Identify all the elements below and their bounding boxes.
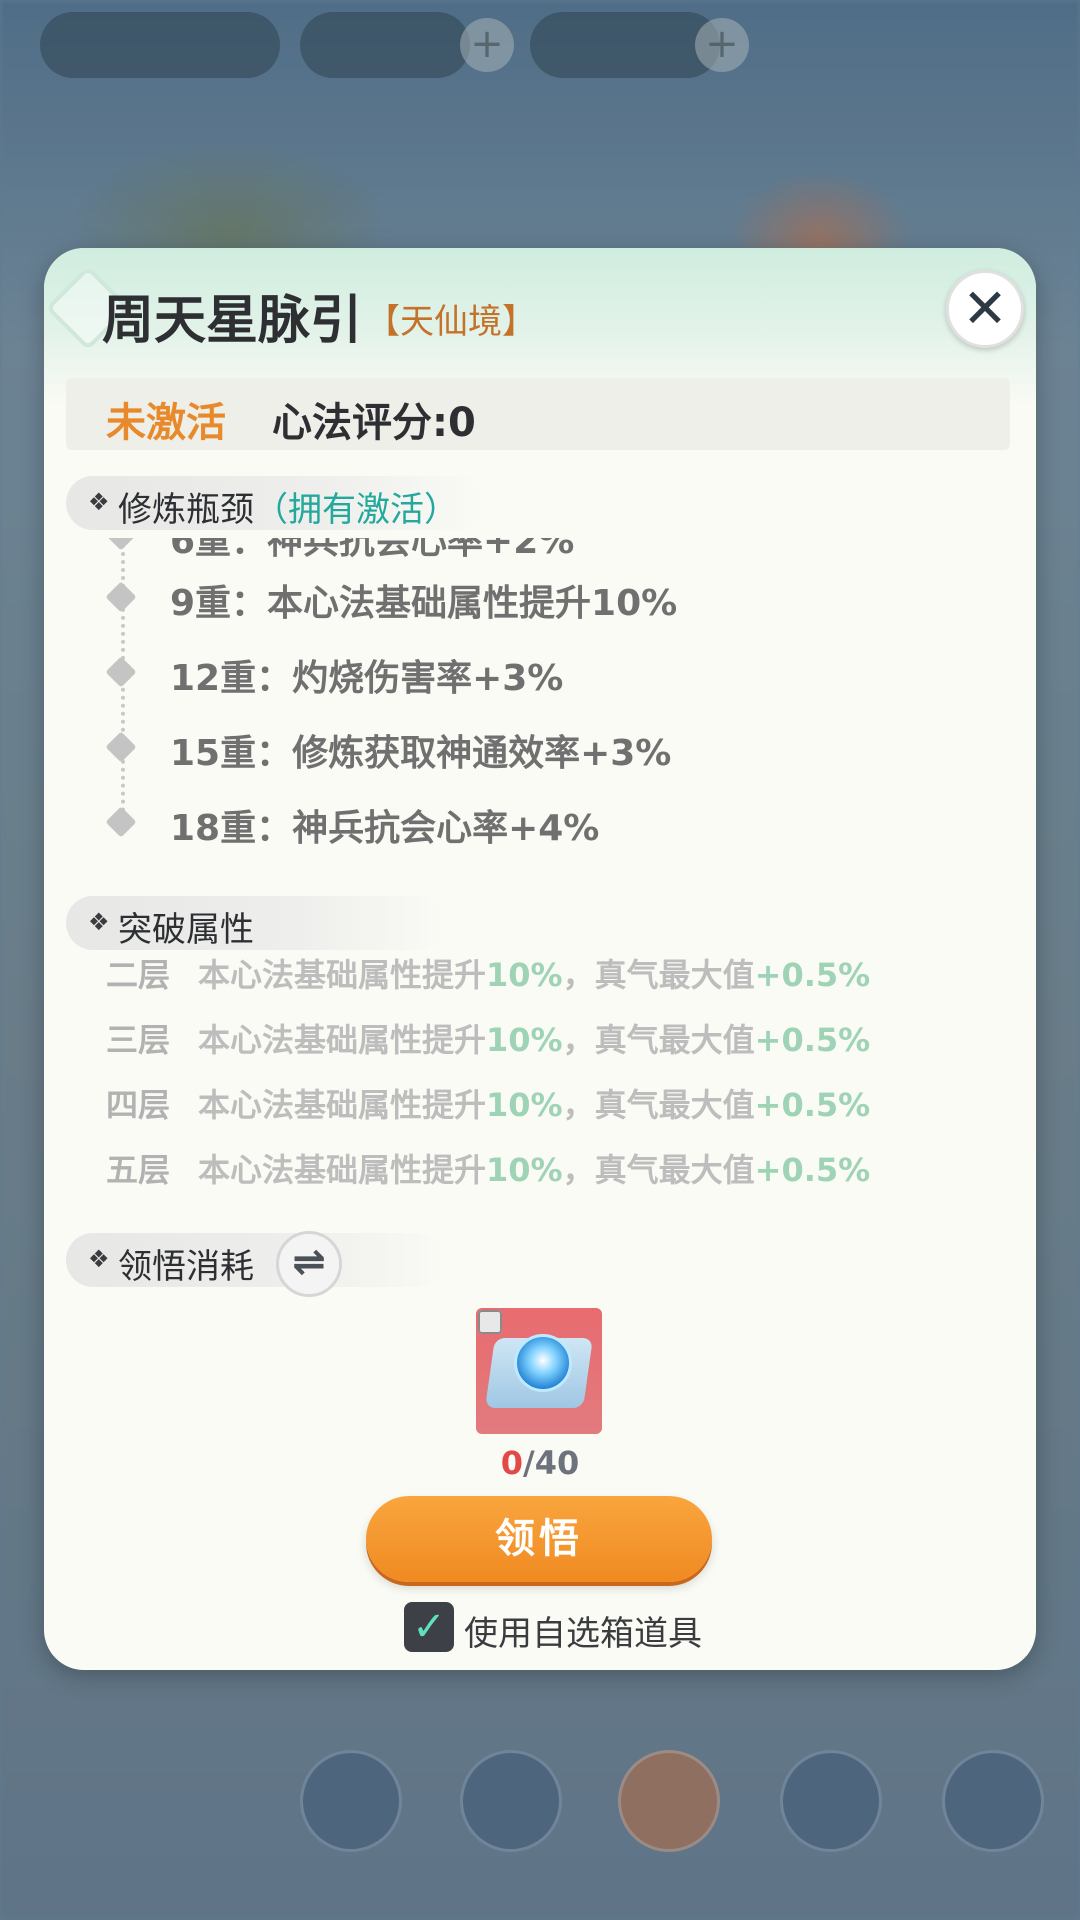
section-title: 突破属性 [118, 910, 254, 950]
list-item: 6重：神兵抗会心率+2% [44, 538, 1036, 566]
swap-icon: ⇌ [292, 1239, 326, 1285]
timeline-node-icon [105, 538, 137, 551]
item-count: 0/40 [500, 1444, 580, 1482]
technique-score: 心法评分:0 [272, 400, 476, 446]
diamond-bullet-icon: ❖ [88, 908, 110, 936]
technique-dialog: 周天星脉引 【天仙境】 ✕ 未激活 心法评分:0 ❖ 修炼瓶颈（拥有激活） 6重… [44, 248, 1036, 1670]
swap-button[interactable]: ⇌ [276, 1231, 342, 1297]
section-title: 修炼瓶颈 [118, 490, 254, 530]
section-title: 领悟消耗 [118, 1247, 254, 1287]
dialog-title: 周天星脉引 [102, 291, 363, 351]
list-item: 四层 本心法基础属性提升10%，真气最大值+0.5% [106, 1086, 871, 1124]
realm-label: 【天仙境】 [366, 302, 536, 342]
bottleneck-list[interactable]: 6重：神兵抗会心率+2% 9重：本心法基础属性提升10% 12重：灼烧伤害率+3… [44, 538, 1036, 858]
section-header-breakthrough: ❖ 突破属性 [66, 896, 446, 950]
puzzle-piece-icon [478, 1310, 502, 1334]
use-optional-box-checkbox[interactable]: ✓ [404, 1602, 454, 1652]
timeline-node-icon [105, 806, 137, 838]
activation-status: 未激活 [106, 400, 226, 446]
section-subtitle: （拥有激活） [254, 490, 458, 530]
list-item: 12重：灼烧伤害率+3% [44, 643, 1036, 703]
timeline-node-icon [105, 656, 137, 688]
close-icon: ✕ [962, 277, 1008, 340]
diamond-bullet-icon: ❖ [88, 488, 110, 516]
breakthrough-list[interactable]: 二层 本心法基础属性提升10%，真气最大值+0.5% 三层 本心法基础属性提升10%… [44, 950, 1036, 1190]
scroll-orb-icon[interactable] [476, 1308, 602, 1434]
list-item: 18重：神兵抗会心率+4% [44, 793, 1036, 853]
section-header-cost: ❖ 领悟消耗 [66, 1233, 446, 1287]
list-item: 9重：本心法基础属性提升10% [44, 568, 1036, 628]
list-item: 五层 本心法基础属性提升10%，真气最大值+0.5% [106, 1151, 871, 1189]
use-optional-box-label[interactable]: 使用自选箱道具 [464, 1606, 702, 1655]
comprehend-button[interactable]: 领悟 [366, 1496, 712, 1582]
status-bar: 未激活 心法评分:0 [66, 378, 1010, 450]
close-button[interactable]: ✕ [946, 270, 1024, 348]
list-item: 三层 本心法基础属性提升10%，真气最大值+0.5% [106, 1021, 871, 1059]
section-header-bottleneck: ❖ 修炼瓶颈（拥有激活） [66, 476, 486, 530]
list-item: 二层 本心法基础属性提升10%，真气最大值+0.5% [106, 956, 871, 994]
timeline-node-icon [105, 731, 137, 763]
diamond-bullet-icon: ❖ [88, 1245, 110, 1273]
timeline-node-icon [105, 581, 137, 613]
list-item: 15重：修炼获取神通效率+3% [44, 718, 1036, 778]
